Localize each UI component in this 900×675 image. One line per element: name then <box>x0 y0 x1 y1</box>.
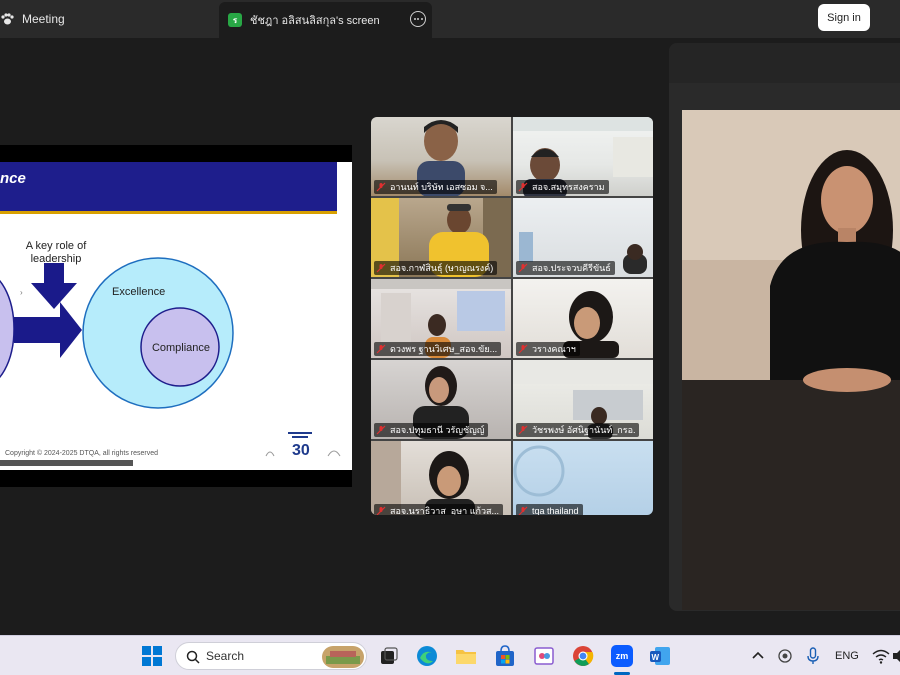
screen-share-label: ชัชฎา อลิสนลิสกุล's screen <box>250 15 380 27</box>
muted-mic-icon <box>376 506 386 515</box>
svg-text:W: W <box>652 653 660 662</box>
participant-name: สอจ.นราธิวาส_อุษา แก้วส... <box>390 506 500 515</box>
muted-mic-icon <box>376 344 386 354</box>
security-icon[interactable] <box>774 645 796 667</box>
screen-share-tab[interactable]: ร ชัชฎา อลิสนลิสกุล's screen <box>219 2 432 38</box>
participant-grid: อานนท์ บริษัท เอสซอม จ... สอจ.สมุทรสงครา… <box>371 117 653 515</box>
microphone-icon[interactable] <box>802 645 824 667</box>
chrome-icon[interactable] <box>572 645 594 667</box>
participant-name: สอจ.กาฬสินธุ์ (ษาญณรงค์) <box>390 263 494 273</box>
participant-name: tqa thailand <box>532 506 579 515</box>
meeting-content: nce › A key role of leadership Excellenc… <box>0 38 900 635</box>
participant-label: วัชรพงษ์ อัศนิฐานันท์_กรอ. <box>516 423 640 437</box>
participant-tile[interactable]: สอจ.กาฬสินธุ์ (ษาญณรงค์) <box>371 198 511 277</box>
participant-name: สอจ.ปทุมธานี วรัญชัญญ์ <box>390 425 485 435</box>
shared-screen: nce › A key role of leadership Excellenc… <box>0 145 352 487</box>
zoom-app-icon[interactable]: zm <box>611 645 633 667</box>
microsoft-store-icon[interactable] <box>494 645 516 667</box>
title-bar: Meeting ร ชัชฎา อลิสนลิสกุล's screen Sig… <box>0 0 900 38</box>
right-arrow <box>14 302 82 358</box>
language-indicator[interactable]: ENG <box>835 650 859 662</box>
key-role-text: A key role of leadership <box>25 240 87 265</box>
excellence-label: Excellence <box>112 286 166 298</box>
presentation-slide: nce › A key role of leadership Excellenc… <box>0 162 352 470</box>
meeting-label: Meeting <box>22 12 65 26</box>
participant-tile[interactable]: สอจ.สมุทรสงคราม <box>513 117 653 196</box>
slide-footer-bar <box>0 460 133 466</box>
slide-diagram: › <box>0 257 234 409</box>
participant-label: สอจ.นราธิวาส_อุษา แก้วส... <box>374 504 504 515</box>
participant-tile[interactable]: วัชรพงษ์ อัศนิฐานันท์_กรอ. <box>513 360 653 439</box>
screen-share-badge: ร <box>228 13 242 27</box>
task-view-icon[interactable] <box>378 645 400 667</box>
zoom-window: Meeting ร ชัชฎา อลิสนลิสกุล's screen Sig… <box>0 0 900 675</box>
word-icon[interactable]: W <box>649 645 671 667</box>
sign-in-button[interactable]: Sign in <box>818 4 870 31</box>
muted-mic-icon <box>376 263 386 273</box>
muted-mic-icon <box>518 182 528 192</box>
participant-name: สอจ.ประจวบคีรีขันธ์ <box>532 263 611 273</box>
participant-label: สอจ.ปทุมธานี วรัญชัญญ์ <box>374 423 489 437</box>
edge-browser-icon[interactable] <box>416 645 438 667</box>
taskbar-search[interactable]: Search <box>175 642 367 670</box>
speaker-video[interactable] <box>682 110 900 610</box>
muted-mic-icon <box>518 506 528 515</box>
participant-tile[interactable]: tqa thailand <box>513 441 653 515</box>
participant-label: สอจ.สมุทรสงคราม <box>516 180 609 194</box>
windows-start-icon[interactable] <box>141 645 163 667</box>
participant-label: สอจ.กาฬสินธุ์ (ษาญณรงค์) <box>374 261 498 275</box>
muted-mic-icon <box>518 263 528 273</box>
search-icon <box>186 650 200 664</box>
more-options-icon[interactable] <box>410 11 426 27</box>
participant-tile[interactable]: สอจ.ประจวบคีรีขันธ์ <box>513 198 653 277</box>
muted-mic-icon <box>376 182 386 192</box>
svg-text:30: 30 <box>292 442 310 459</box>
participant-name: วัชรพงษ์ อัศนิฐานันท์_กรอ. <box>532 425 636 435</box>
speaker-icon[interactable] <box>890 645 900 667</box>
participant-tile[interactable]: วรางคณาฯ <box>513 279 653 358</box>
participant-name: อานนท์ บริษัท เอสซอม จ... <box>390 182 493 192</box>
chevron-up-icon[interactable] <box>747 645 769 667</box>
participant-tile[interactable]: อานนท์ บริษัท เอสซอม จ... <box>371 117 511 196</box>
left-circle <box>0 279 15 379</box>
participant-tile[interactable]: ดวงพร ฐานวิเศษ_สอจ.ขัย... <box>371 279 511 358</box>
muted-mic-icon <box>376 425 386 435</box>
muted-mic-icon <box>518 425 528 435</box>
participant-tile[interactable]: สอจ.นราธิวาส_อุษา แก้วส... <box>371 441 511 515</box>
search-highlight-icon <box>322 646 364 668</box>
svg-text:›: › <box>20 288 23 297</box>
participant-tile[interactable]: สอจ.ปทุมธานี วรัญชัญญ์ <box>371 360 511 439</box>
paw-icon <box>1 13 14 25</box>
participant-name: วรางคณาฯ <box>532 344 576 354</box>
dtqa-30-logo: 30 <box>262 428 346 460</box>
file-explorer-icon[interactable] <box>455 645 477 667</box>
participant-label: ดวงพร ฐานวิเศษ_สอจ.ขัย... <box>374 342 502 356</box>
search-label: Search <box>206 649 245 663</box>
down-arrow <box>31 263 77 309</box>
participant-label: วรางคณาฯ <box>516 342 580 356</box>
speaker-panel <box>669 43 900 611</box>
copyright-text: Copyright © 2024-2025 DTQA, all rights r… <box>5 450 159 457</box>
wifi-icon[interactable] <box>870 645 892 667</box>
participant-label: อานนท์ บริษัท เอสซอม จ... <box>374 180 497 194</box>
windows-taskbar: Search zm W ENG <box>0 635 900 675</box>
participant-label: สอจ.ประจวบคีรีขันธ์ <box>516 261 615 275</box>
muted-mic-icon <box>518 344 528 354</box>
participant-name: ดวงพร ฐานวิเศษ_สอจ.ขัย... <box>390 344 498 354</box>
compliance-label: Compliance <box>151 342 211 354</box>
participant-name: สอจ.สมุทรสงคราม <box>532 182 605 192</box>
snipping-tool-icon[interactable] <box>533 645 555 667</box>
speaker-panel-header <box>669 43 900 83</box>
participant-label: tqa thailand <box>516 504 583 515</box>
meeting-tab[interactable]: Meeting <box>0 0 210 38</box>
